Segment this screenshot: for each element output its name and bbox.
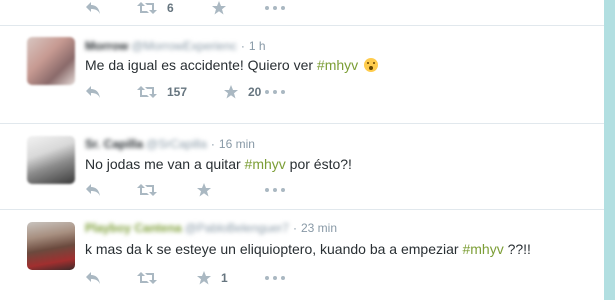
tweet-text-part: por ésto?! xyxy=(285,156,352,172)
more-button[interactable] xyxy=(265,180,285,200)
favorite-button[interactable] xyxy=(212,0,226,18)
favorite-button[interactable] xyxy=(197,180,221,200)
separator-dot: · xyxy=(210,137,215,151)
astonished-face-icon xyxy=(364,58,379,72)
more-button[interactable] xyxy=(265,82,285,102)
tweet-text: k mas da k se esteye un eliquioptero, ku… xyxy=(85,241,531,257)
tweet-stream: 6 Morrow @MorrowExperienc · 1 h Me da igual… xyxy=(0,0,604,300)
tweet-text: Me da igual es accidente! Quiero ver #mh… xyxy=(85,57,379,73)
more-button[interactable] xyxy=(265,268,285,288)
hashtag-link[interactable]: #mhyv xyxy=(317,57,358,73)
star-icon xyxy=(224,85,238,99)
avatar[interactable] xyxy=(27,37,75,85)
author-handle[interactable]: @PabloBelenguer7 xyxy=(185,221,289,235)
hashtag-link[interactable]: #mhyv xyxy=(245,156,286,172)
tweet-time[interactable]: 16 min xyxy=(219,137,255,151)
tweet-text-part xyxy=(358,57,362,73)
hashtag-link[interactable]: #mhyv xyxy=(462,241,503,257)
retweet-count: 157 xyxy=(167,85,188,99)
favorite-button[interactable]: 1 xyxy=(197,268,228,288)
more-dots-icon xyxy=(265,90,285,94)
reply-button[interactable] xyxy=(85,0,101,18)
tweet-header: Morrow @MorrowExperienc · 1 h xyxy=(85,39,266,53)
tweet[interactable]: Playboy Cantena @PabloBelenguer7 · 23 min k… xyxy=(0,210,604,300)
more-dots-icon xyxy=(265,6,285,10)
tweet-header: Playboy Cantena @PabloBelenguer7 · 23 min xyxy=(85,221,337,235)
tweet-partial[interactable]: 6 xyxy=(0,0,604,26)
reply-button[interactable] xyxy=(85,180,101,200)
favorite-button[interactable]: 20 xyxy=(224,82,261,102)
retweet-icon xyxy=(137,272,157,284)
tweet-text-part: ??!! xyxy=(503,241,531,257)
favorite-count: 20 xyxy=(248,85,262,99)
more-dots-icon xyxy=(265,188,285,192)
tweet-text-part: No jodas me van a quitar xyxy=(85,156,245,172)
reply-icon xyxy=(86,184,100,196)
retweet-button[interactable] xyxy=(137,180,167,200)
retweet-button[interactable]: 157 xyxy=(137,82,187,102)
avatar[interactable] xyxy=(27,136,75,184)
author-name[interactable]: Sr. Capilla xyxy=(85,137,143,151)
reply-button[interactable] xyxy=(85,82,101,102)
separator-dot: · xyxy=(292,221,297,235)
retweet-count: 6 xyxy=(167,1,174,15)
author-handle[interactable]: @SrCapilla xyxy=(146,137,207,151)
tweet-time[interactable]: 23 min xyxy=(301,221,337,235)
tweet-text-part: k mas da k se esteye un eliquioptero, ku… xyxy=(85,241,463,257)
tweet-text: No jodas me van a quitar #mhyv por ésto?… xyxy=(85,156,352,172)
tweet[interactable]: Sr. Capilla @SrCapilla · 16 min No jodas me… xyxy=(0,124,604,210)
more-dots-icon xyxy=(265,276,285,280)
reply-icon xyxy=(86,272,100,284)
retweet-icon xyxy=(137,86,157,98)
author-name[interactable]: Playboy Cantena xyxy=(85,221,182,235)
retweet-icon xyxy=(137,184,157,196)
tweet-time[interactable]: 1 h xyxy=(249,39,266,53)
tweet[interactable]: Morrow @MorrowExperienc · 1 h Me da igual e… xyxy=(0,26,604,124)
author-name[interactable]: Morrow xyxy=(85,39,128,53)
avatar[interactable] xyxy=(27,222,75,270)
retweet-icon xyxy=(137,2,157,14)
star-icon xyxy=(212,1,226,15)
author-handle[interactable]: @MorrowExperienc xyxy=(131,39,237,53)
retweet-button[interactable] xyxy=(137,268,167,288)
favorite-count: 1 xyxy=(221,271,228,285)
reply-button[interactable] xyxy=(85,268,101,288)
more-button[interactable] xyxy=(265,0,285,18)
star-icon xyxy=(197,271,211,285)
star-icon xyxy=(197,183,211,197)
reply-icon xyxy=(86,2,100,14)
tweet-text-part: Me da igual es accidente! Quiero ver xyxy=(85,57,317,73)
separator-dot: · xyxy=(240,39,245,53)
tweet-header: Sr. Capilla @SrCapilla · 16 min xyxy=(85,137,255,151)
retweet-button[interactable]: 6 xyxy=(137,0,174,18)
reply-icon xyxy=(86,86,100,98)
